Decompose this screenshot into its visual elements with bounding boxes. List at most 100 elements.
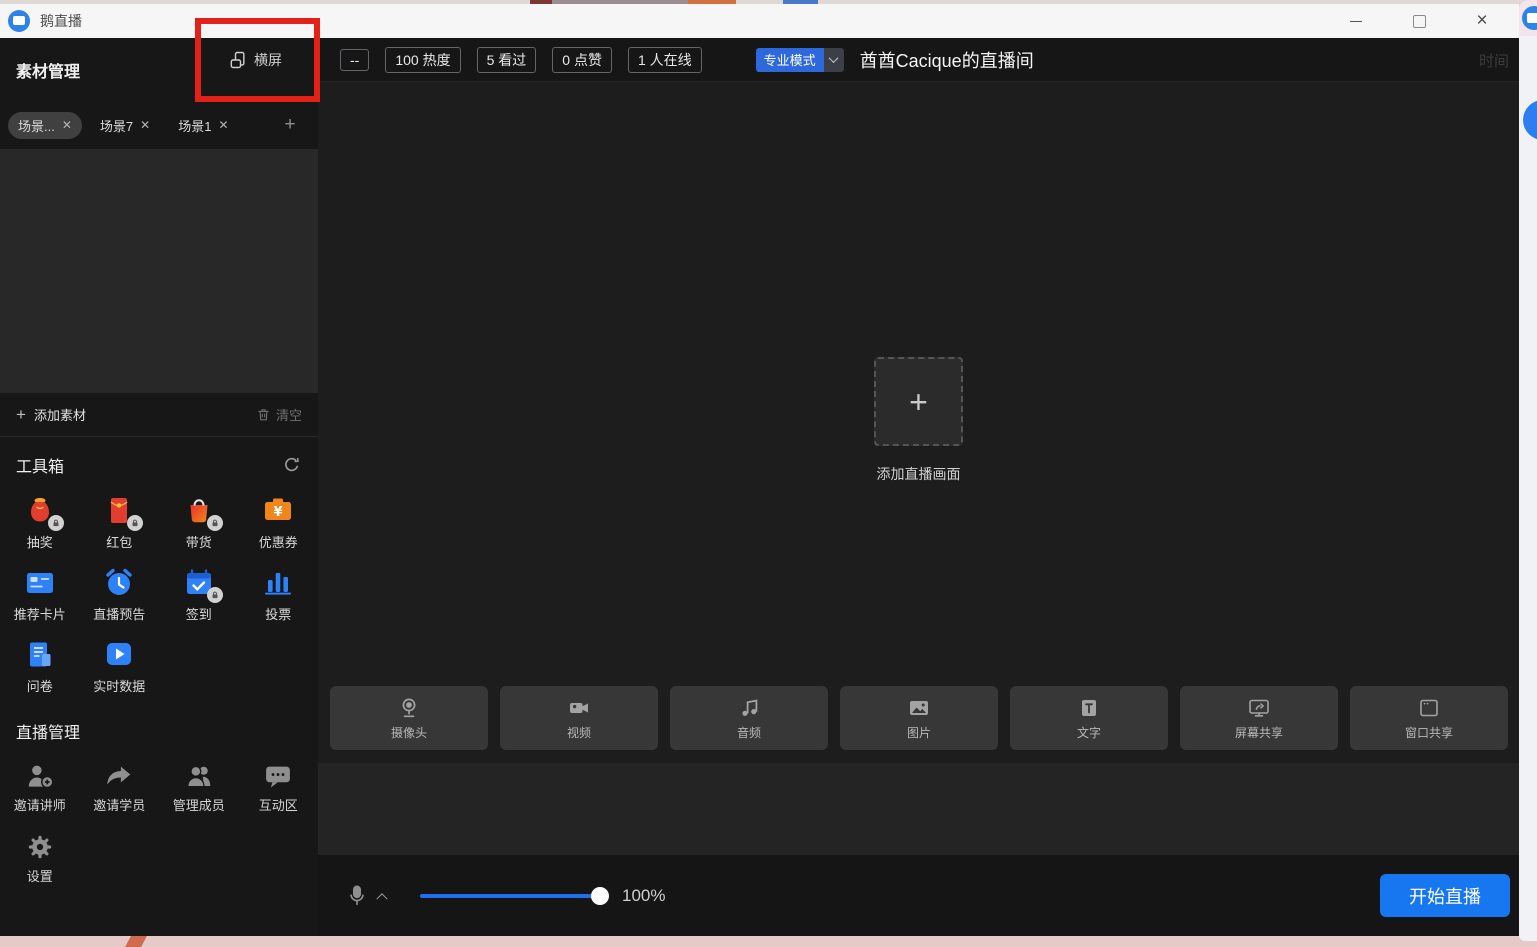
manage-members-button[interactable]: 管理成员 xyxy=(162,761,236,814)
interaction-zone-button[interactable]: 互动区 xyxy=(241,761,315,814)
management-header: 直播管理 xyxy=(0,695,318,743)
volume-slider-handle[interactable] xyxy=(591,887,609,905)
tool-live-preview-notice[interactable]: 直播预告 xyxy=(83,565,155,623)
scene-tab[interactable]: 场景1 ✕ xyxy=(168,112,238,139)
main-window: 鹅直播 × 素材管理 xyxy=(0,4,1519,936)
scene-tab[interactable]: 场景7 ✕ xyxy=(90,112,160,139)
material-actions: + 添加素材 清空 xyxy=(0,393,318,437)
sliver-titlebar xyxy=(1519,0,1537,36)
toolbox-header: 工具箱 xyxy=(0,437,318,477)
maximize-button[interactable] xyxy=(1404,4,1434,38)
webcam-icon xyxy=(397,696,421,720)
room-title: 酋酋Cacique的直播间 xyxy=(860,47,1034,73)
audio-button[interactable]: 音频 xyxy=(670,686,828,750)
plus-icon: + xyxy=(16,405,26,425)
window-controls: × xyxy=(1341,4,1519,38)
invite-teacher-button[interactable]: 邀请讲师 xyxy=(3,761,77,814)
management-label: 管理成员 xyxy=(173,795,225,814)
tool-lottery[interactable]: 抽奖 xyxy=(4,493,76,551)
music-note-icon xyxy=(737,696,761,720)
landscape-label: 横屏 xyxy=(254,50,282,70)
refresh-icon[interactable] xyxy=(282,455,302,475)
screen-share-icon xyxy=(1247,696,1271,720)
tool-label: 抽奖 xyxy=(27,532,53,551)
landscape-mode-button[interactable]: 横屏 xyxy=(228,50,282,70)
landscape-icon xyxy=(228,50,248,70)
tool-realtime-data[interactable]: 实时数据 xyxy=(83,637,155,695)
mode-dropdown[interactable]: 专业模式 xyxy=(756,48,844,72)
tool-recommend-card[interactable]: 推荐卡片 xyxy=(4,565,76,623)
tool-red-packet[interactable]: 红包 xyxy=(83,493,155,551)
share-arrow-icon xyxy=(104,761,134,791)
bottom-bar: 100% 开始直播 xyxy=(318,855,1519,936)
window-share-button[interactable]: 窗口共享 xyxy=(1350,686,1508,750)
tool-survey[interactable]: 问卷 xyxy=(4,637,76,695)
close-tab-icon[interactable]: ✕ xyxy=(140,118,150,132)
overlapping-window-sliver[interactable] xyxy=(1519,0,1537,941)
shopping-bag-icon xyxy=(181,493,217,529)
bar-chart-icon xyxy=(260,565,296,601)
tool-label: 推荐卡片 xyxy=(14,604,66,623)
media-toolbar: 摄像头 视频 xyxy=(330,686,1508,750)
text-button[interactable]: 文字 xyxy=(1010,686,1168,750)
tool-label: 带货 xyxy=(186,532,212,551)
chevron-up-icon[interactable] xyxy=(376,893,387,904)
titlebar: 鹅直播 × xyxy=(0,4,1519,38)
scene-tab-label: 场景... xyxy=(18,116,55,135)
close-tab-icon[interactable]: ✕ xyxy=(62,118,72,132)
clear-button[interactable]: 清空 xyxy=(256,405,302,424)
management-grid: 邀请讲师 邀请学员 xyxy=(0,761,318,885)
desktop: 鹅直播 × 素材管理 xyxy=(0,0,1537,947)
red-envelope-icon xyxy=(101,493,137,529)
settings-button[interactable]: 设置 xyxy=(3,832,77,885)
volume-slider[interactable] xyxy=(420,894,600,898)
invite-student-button[interactable]: 邀请学员 xyxy=(82,761,156,814)
mic-control[interactable] xyxy=(346,883,386,909)
floating-avatar[interactable] xyxy=(1523,100,1537,140)
add-material-button[interactable]: + 添加素材 xyxy=(16,405,86,425)
tool-label: 优惠券 xyxy=(259,532,298,551)
media-label: 视频 xyxy=(567,724,591,741)
tool-label: 红包 xyxy=(106,532,132,551)
tool-label: 签到 xyxy=(186,604,212,623)
add-material-label: 添加素材 xyxy=(34,405,86,424)
video-camera-icon xyxy=(567,696,591,720)
lucky-bag-icon xyxy=(22,493,58,529)
management-title: 直播管理 xyxy=(16,719,80,743)
image-button[interactable]: 图片 xyxy=(840,686,998,750)
sidebar: 素材管理 横屏 场景... ✕ xyxy=(0,38,318,936)
management-label: 邀请学员 xyxy=(93,795,145,814)
play-square-icon xyxy=(101,637,137,673)
toolbox-title: 工具箱 xyxy=(16,453,64,477)
scene-preview-panel xyxy=(0,149,318,393)
add-live-screen-button[interactable]: + xyxy=(874,357,963,446)
chevron-down-icon[interactable] xyxy=(824,48,844,72)
video-button[interactable]: 视频 xyxy=(500,686,658,750)
media-label: 图片 xyxy=(907,724,931,741)
close-button[interactable]: × xyxy=(1467,4,1497,38)
media-label: 屏幕共享 xyxy=(1235,724,1283,741)
media-label: 音频 xyxy=(737,724,761,741)
scene-tab-active[interactable]: 场景... ✕ xyxy=(8,112,82,139)
management-label: 邀请讲师 xyxy=(14,795,66,814)
tool-vote[interactable]: 投票 xyxy=(242,565,314,623)
lock-badge-icon xyxy=(207,515,223,531)
chat-bubble-icon xyxy=(263,761,293,791)
alarm-clock-icon xyxy=(101,565,137,601)
tool-checkin[interactable]: 签到 xyxy=(163,565,235,623)
tool-label: 投票 xyxy=(265,604,291,623)
tool-label: 直播预告 xyxy=(93,604,145,623)
tool-selling[interactable]: 带货 xyxy=(163,493,235,551)
minimize-button[interactable] xyxy=(1341,4,1371,38)
material-manage-title: 素材管理 xyxy=(16,64,80,81)
close-tab-icon[interactable]: ✕ xyxy=(218,118,228,132)
screen-share-button[interactable]: 屏幕共享 xyxy=(1180,686,1338,750)
tool-coupon[interactable]: ¥ 优惠券 xyxy=(242,493,314,551)
volume-value: 100% xyxy=(622,886,665,906)
camera-button[interactable]: 摄像头 xyxy=(330,686,488,750)
tool-label: 问卷 xyxy=(27,676,53,695)
start-live-button[interactable]: 开始直播 xyxy=(1380,874,1510,917)
add-scene-button[interactable]: + xyxy=(285,114,296,136)
clear-label: 清空 xyxy=(276,405,302,424)
svg-text:¥: ¥ xyxy=(274,505,283,520)
